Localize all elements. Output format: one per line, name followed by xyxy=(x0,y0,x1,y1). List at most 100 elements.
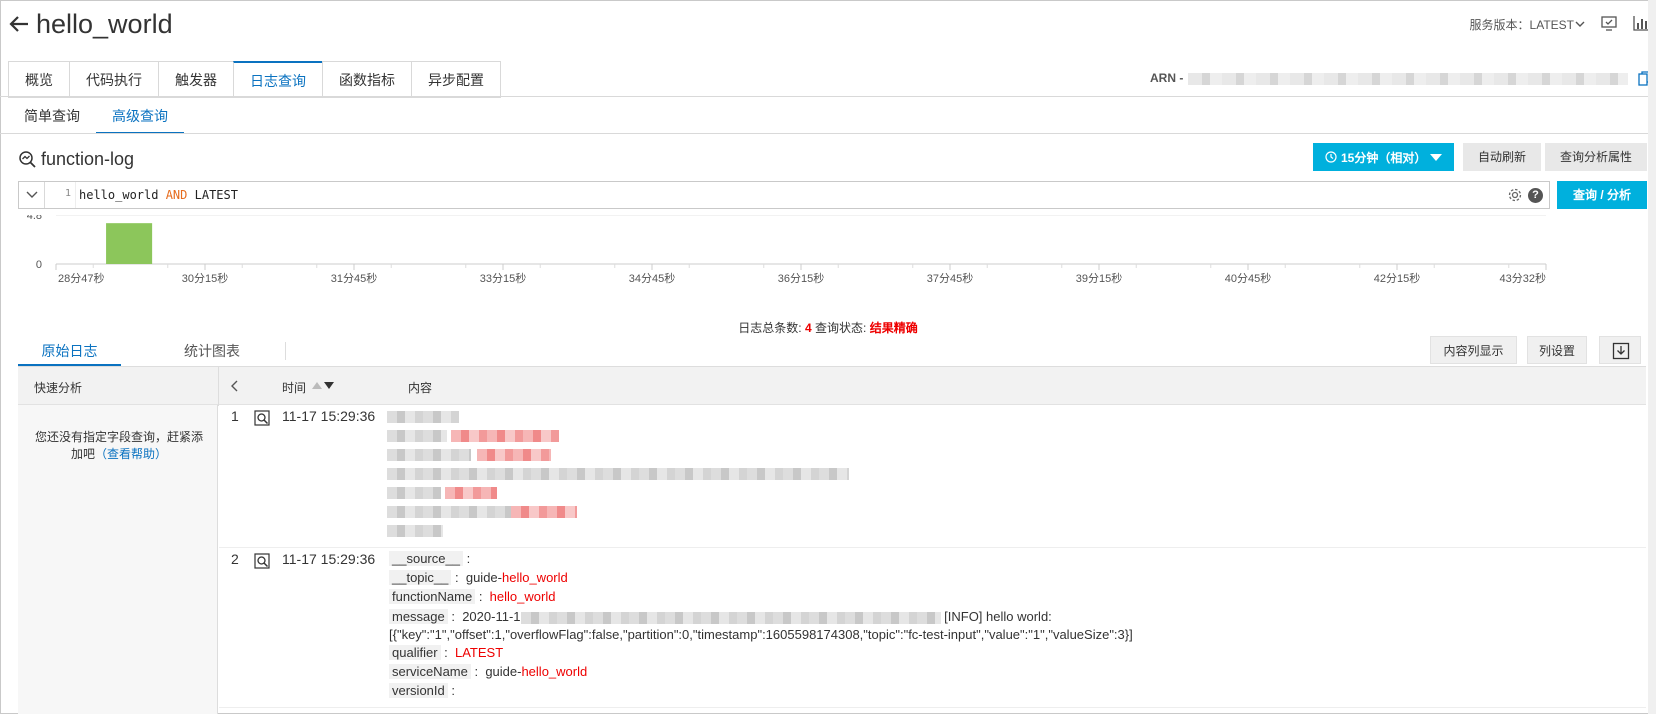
query-operator: AND xyxy=(165,188,188,202)
redacted-value xyxy=(445,487,497,499)
auto-refresh-button[interactable]: 自动刷新 xyxy=(1463,143,1541,171)
log-field-function-name: functionName : hello_world xyxy=(389,589,555,604)
row-index: 2 xyxy=(231,551,239,567)
main-tabs: 概览 代码执行 触发器 日志查询 函数指标 异步配置 xyxy=(8,61,501,98)
redacted-field xyxy=(387,449,471,461)
download-icon xyxy=(1612,342,1630,360)
query-attributes-button[interactable]: 查询分析属性 xyxy=(1545,143,1647,171)
clock-icon xyxy=(1325,151,1337,163)
field-key[interactable]: versionId xyxy=(389,683,448,698)
field-value[interactable]: 2020-11-1 xyxy=(462,609,520,624)
redacted-field xyxy=(387,430,447,442)
field-key[interactable]: qualifier xyxy=(389,645,441,660)
column-settings-button[interactable]: 列设置 xyxy=(1527,336,1587,364)
tab-async-config[interactable]: 异步配置 xyxy=(411,61,501,98)
monitor-check-icon[interactable] xyxy=(1600,14,1618,32)
x-tick-label: 34分45秒 xyxy=(629,271,675,285)
divider xyxy=(75,182,76,208)
chevron-left-icon[interactable] xyxy=(230,380,240,392)
redacted-value xyxy=(511,506,577,518)
chevron-down-icon[interactable] xyxy=(1574,18,1586,30)
logstore-name: function-log xyxy=(41,149,135,169)
x-tick-label: 36分15秒 xyxy=(778,271,824,285)
content-column-header: 内容 xyxy=(408,381,433,395)
divider xyxy=(285,342,286,360)
divider xyxy=(0,133,1656,134)
x-tick-label: 42分15秒 xyxy=(1374,271,1420,285)
total-count-value: 4 xyxy=(804,321,812,335)
download-button[interactable] xyxy=(1599,336,1641,364)
arn-label: ARN - xyxy=(1150,71,1184,85)
tab-raw-logs[interactable]: 原始日志 xyxy=(18,338,121,366)
histogram-chart: 4.8 0 28分47秒 30分15秒 31分45秒 33分15秒 34分45秒 36分15秒… xyxy=(27,215,1547,285)
x-tick-label: 30分15秒 xyxy=(182,271,228,285)
y-tick-label: 4.8 xyxy=(27,215,42,222)
x-tick-label: 28分47秒 xyxy=(58,271,104,285)
field-value-highlight[interactable]: LATEST xyxy=(455,645,503,660)
table-row: 1 11-17 15:29:36 xyxy=(219,405,1646,548)
query-input[interactable]: 1 hello_world AND LATEST ? xyxy=(18,181,1550,209)
redacted-field xyxy=(387,487,441,499)
divider xyxy=(218,367,219,406)
sort-ascending-icon[interactable] xyxy=(312,382,322,389)
x-tick-label: 31分45秒 xyxy=(331,271,377,285)
field-value-highlight[interactable]: hello_world xyxy=(502,570,568,585)
table-row: 2 11-17 15:29:36 __source__ : __topic__ … xyxy=(219,548,1646,708)
gear-icon[interactable] xyxy=(1507,187,1523,203)
redacted-field xyxy=(387,525,443,537)
query-summary: 日志总条数: 4 查询状态: 结果精确 xyxy=(0,319,1656,336)
query-status-value: 结果精确 xyxy=(869,321,918,335)
field-value[interactable]: guide- xyxy=(485,664,521,679)
histogram-bar xyxy=(106,223,153,264)
field-value[interactable]: guide- xyxy=(466,570,502,585)
field-key[interactable]: __source__ xyxy=(389,551,463,566)
time-range-button[interactable]: 15分钟（相对） xyxy=(1313,143,1454,171)
log-histogram: 4.8 0 28分47秒 30分15秒 31分45秒 33分15秒 34分45秒 36分15秒… xyxy=(18,215,1646,315)
tab-code-execution[interactable]: 代码执行 xyxy=(69,61,158,98)
tab-triggers[interactable]: 触发器 xyxy=(158,61,233,98)
context-browse-icon[interactable] xyxy=(254,410,270,426)
field-value-highlight[interactable]: hello_world xyxy=(521,664,587,679)
context-browse-icon[interactable] xyxy=(254,553,270,569)
divider xyxy=(0,96,1656,97)
quick-analysis-panel: 您还没有指定字段查询，赶紧添加吧（查看帮助） xyxy=(18,405,218,714)
field-key[interactable]: message xyxy=(389,609,448,624)
tab-log-query[interactable]: 日志查询 xyxy=(233,61,322,98)
logstore-search-icon xyxy=(19,151,36,168)
sort-descending-icon[interactable] xyxy=(324,382,334,389)
field-key[interactable]: functionName xyxy=(389,589,476,604)
row-index: 1 xyxy=(231,408,239,424)
field-key[interactable]: serviceName xyxy=(389,664,471,679)
empty-field-hint: 您还没有指定字段查询，赶紧添加吧（查看帮助） xyxy=(34,429,204,463)
log-field-message: message : 2020-11-1 [INFO] hello world:[… xyxy=(389,609,1133,642)
quick-analysis-header: 快速分析 xyxy=(34,381,83,395)
redacted-field xyxy=(387,411,459,423)
query-history-toggle[interactable] xyxy=(19,182,45,208)
tab-overview[interactable]: 概览 xyxy=(8,61,69,98)
y-tick-label: 0 xyxy=(36,259,42,271)
page-scrollbar[interactable] xyxy=(1648,0,1656,714)
log-field-service-name: serviceName : guide-hello_world xyxy=(389,664,587,679)
row-time: 11-17 15:29:36 xyxy=(282,551,376,567)
tab-simple-query[interactable]: 简单查询 xyxy=(8,100,96,134)
time-column-header[interactable]: 时间 xyxy=(282,379,306,396)
column-display-button[interactable]: 内容列显示 xyxy=(1430,336,1517,364)
query-term: hello_world xyxy=(79,188,166,202)
field-value-highlight[interactable]: hello_world xyxy=(490,589,556,604)
tab-advanced-query[interactable]: 高级查询 xyxy=(96,100,184,134)
tab-function-metrics[interactable]: 函数指标 xyxy=(322,61,411,98)
page-header: hello_world 服务版本：LATEST xyxy=(0,0,1656,56)
field-key[interactable]: __topic__ xyxy=(389,570,452,585)
log-field-source: __source__ : xyxy=(389,551,470,566)
help-icon[interactable]: ? xyxy=(1528,188,1543,203)
caret-down-icon xyxy=(1430,154,1442,161)
search-analyze-button[interactable]: 查询 / 分析 xyxy=(1557,181,1647,209)
service-version-select[interactable]: 服务版本：LATEST xyxy=(1470,16,1574,33)
tab-statistics-chart[interactable]: 统计图表 xyxy=(160,338,264,366)
x-tick-label: 37分45秒 xyxy=(927,271,973,285)
x-tick-label: 33分15秒 xyxy=(480,271,526,285)
view-help-link[interactable]: （查看帮助） xyxy=(95,447,167,461)
redacted-value xyxy=(520,611,941,624)
query-text[interactable]: hello_world AND LATEST xyxy=(79,188,238,202)
back-arrow-icon[interactable] xyxy=(8,12,30,36)
